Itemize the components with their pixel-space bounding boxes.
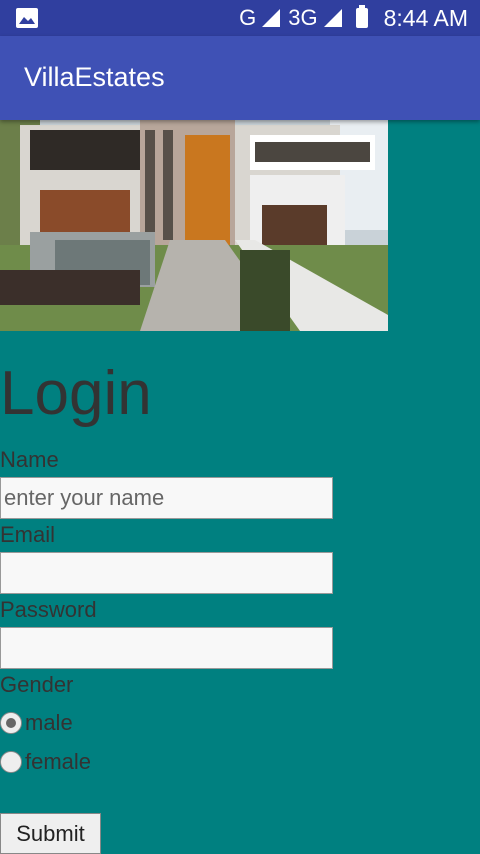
network-type-label: G — [239, 5, 257, 30]
radio-label: female — [25, 749, 92, 774]
gender-option-female[interactable]: female — [0, 749, 91, 775]
radio-button-checked[interactable] — [0, 712, 22, 734]
submit-button[interactable]: Submit — [0, 813, 101, 854]
villa-house-image — [0, 120, 388, 331]
signal-icon — [262, 9, 281, 27]
gallery-notification-icon — [16, 8, 38, 28]
name-input[interactable] — [0, 477, 333, 519]
radio-button[interactable] — [0, 751, 22, 773]
gender-option-male[interactable]: male — [0, 710, 73, 736]
password-label: Password — [0, 597, 97, 622]
password-input[interactable] — [0, 627, 333, 669]
email-label: Email — [0, 522, 56, 547]
gender-label: Gender — [0, 672, 74, 697]
radio-label: male — [25, 710, 73, 735]
email-input[interactable] — [0, 552, 333, 594]
clock: 8:44 AM — [383, 4, 468, 31]
network-type-label: 3G — [288, 5, 318, 30]
signal-icon — [323, 9, 342, 27]
name-label: Name — [0, 447, 59, 472]
app-bar: VillaEstates — [0, 36, 480, 120]
app-title: VillaEstates — [24, 62, 165, 92]
status-indicators: G 3G 8:44 AM — [239, 4, 468, 32]
page-title: Login — [0, 359, 152, 428]
status-bar: G 3G 8:44 AM — [0, 0, 480, 36]
battery-icon — [355, 5, 368, 28]
